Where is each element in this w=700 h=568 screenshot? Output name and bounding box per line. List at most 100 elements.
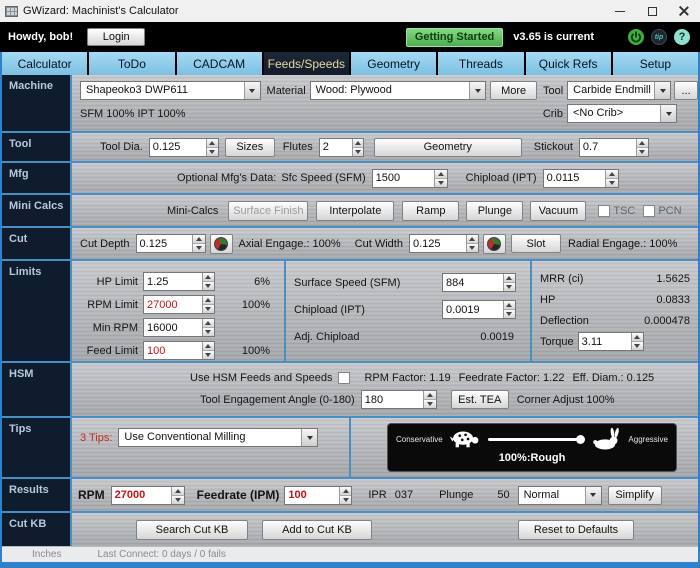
spin-up-icon[interactable] <box>202 273 214 281</box>
spin-up-icon[interactable] <box>466 235 478 243</box>
material-select[interactable]: Wood: Plywood <box>309 81 487 100</box>
cut-width-input[interactable] <box>408 234 479 253</box>
ramp-button[interactable]: Ramp <box>402 200 460 221</box>
min-rpm-input[interactable] <box>143 318 215 337</box>
rpm-limit-field[interactable] <box>144 296 202 313</box>
vacuum-button[interactable]: Vacuum <box>530 200 587 221</box>
reset-defaults-button[interactable]: Reset to Defaults <box>518 519 634 540</box>
stickout-input[interactable] <box>578 137 649 157</box>
spin-down-icon[interactable] <box>606 177 618 187</box>
sfc-speed-input[interactable] <box>371 168 448 188</box>
spin-up-icon[interactable] <box>606 169 618 178</box>
hp-limit-field[interactable] <box>144 273 202 290</box>
spin-down-icon[interactable] <box>202 327 214 336</box>
min-rpm-field[interactable] <box>144 319 202 336</box>
spin-down-icon[interactable] <box>466 243 478 252</box>
spin-down-icon[interactable] <box>202 350 214 359</box>
spin-up-icon[interactable] <box>435 169 447 178</box>
power-icon[interactable] <box>628 29 644 45</box>
chevron-down-icon[interactable] <box>654 82 671 99</box>
tab-quick-refs[interactable]: Quick Refs <box>525 52 611 75</box>
spin-up-icon[interactable] <box>503 301 515 309</box>
pcn-checkbox[interactable] <box>643 204 656 217</box>
spin-up-icon[interactable] <box>202 342 214 350</box>
spin-up-icon[interactable] <box>352 138 363 147</box>
tool-dia-input[interactable] <box>148 137 219 157</box>
spin-down-icon[interactable] <box>352 146 363 156</box>
aggressiveness-slider[interactable] <box>487 434 586 444</box>
spin-up-icon[interactable] <box>636 138 648 147</box>
surface-finish-button[interactable]: Surface Finish <box>228 200 309 221</box>
spin-down-icon[interactable] <box>631 341 643 350</box>
feed-limit-field[interactable] <box>144 342 202 359</box>
spin-down-icon[interactable] <box>503 282 515 291</box>
login-button[interactable]: Login <box>87 28 146 46</box>
surface-speed-field[interactable] <box>443 274 503 291</box>
est-tea-button[interactable]: Est. TEA <box>450 390 509 409</box>
feedrate-result-input[interactable] <box>284 485 353 505</box>
spin-down-icon[interactable] <box>340 494 352 504</box>
search-cutkb-button[interactable]: Search Cut KB <box>136 519 248 540</box>
rpm-limit-input[interactable] <box>143 295 215 314</box>
close-button[interactable] <box>668 0 700 22</box>
simplify-button[interactable]: Simplify <box>607 485 662 505</box>
sizes-button[interactable]: Sizes <box>224 137 275 157</box>
slider-handle[interactable] <box>576 435 586 444</box>
tab-setup[interactable]: Setup <box>612 52 698 75</box>
tab-feeds-speeds[interactable]: Feeds/Speeds <box>263 52 349 75</box>
torque-field[interactable] <box>578 333 631 350</box>
tab-geometry[interactable]: Geometry <box>351 52 437 75</box>
spin-down-icon[interactable] <box>202 281 214 290</box>
tip-icon[interactable]: tip <box>651 29 667 45</box>
sfc-speed-field[interactable] <box>372 169 435 187</box>
tool-dia-field[interactable] <box>149 138 206 156</box>
limits-chipload-field[interactable] <box>443 301 503 318</box>
tool-browse-button[interactable]: ... <box>674 81 698 100</box>
spin-up-icon[interactable] <box>206 138 218 147</box>
spin-down-icon[interactable] <box>193 243 205 252</box>
spin-up-icon[interactable] <box>631 333 643 341</box>
spin-down-icon[interactable] <box>206 146 218 156</box>
getting-started-button[interactable]: Getting Started <box>405 27 504 47</box>
tab-cadcam[interactable]: CADCAM <box>176 52 262 75</box>
more-button[interactable]: More <box>490 81 537 100</box>
spin-down-icon[interactable] <box>424 399 436 408</box>
geometry-button[interactable]: Geometry <box>373 137 522 157</box>
tea-input[interactable] <box>360 390 437 409</box>
crib-select[interactable]: <No Crib> <box>567 104 677 123</box>
plunge-button[interactable]: Plunge <box>466 200 524 221</box>
cut-depth-input[interactable] <box>135 234 206 253</box>
use-hsm-checkbox[interactable] <box>338 372 351 384</box>
tips-select[interactable]: Use Conventional Milling <box>118 428 319 447</box>
spin-down-icon[interactable] <box>636 146 648 156</box>
tab-threads[interactable]: Threads <box>438 52 524 75</box>
mfg-chipload-input[interactable] <box>542 168 619 188</box>
flutes-field[interactable] <box>319 138 352 156</box>
spin-down-icon[interactable] <box>202 304 214 313</box>
rpm-result-input[interactable] <box>110 485 185 505</box>
maximize-button[interactable] <box>636 0 668 22</box>
radial-gauge-button[interactable] <box>482 233 506 254</box>
chevron-down-icon[interactable] <box>584 486 601 504</box>
machine-select[interactable]: Shapeoko3 DWP611 <box>80 81 261 100</box>
chevron-down-icon[interactable] <box>469 82 486 99</box>
cut-depth-field[interactable] <box>136 235 193 252</box>
plunge-select[interactable]: Normal <box>517 485 602 505</box>
spin-up-icon[interactable] <box>202 319 214 327</box>
stickout-field[interactable] <box>579 138 636 156</box>
interpolate-button[interactable]: Interpolate <box>316 200 395 221</box>
tab-calculator[interactable]: Calculator <box>2 52 88 75</box>
feedrate-result-field[interactable] <box>285 486 340 504</box>
cut-width-field[interactable] <box>409 235 466 252</box>
minimize-button[interactable] <box>604 0 636 22</box>
slot-button[interactable]: Slot <box>510 234 561 253</box>
rpm-result-field[interactable] <box>111 486 172 504</box>
hp-limit-input[interactable] <box>143 272 215 291</box>
spin-up-icon[interactable] <box>503 274 515 282</box>
add-cutkb-button[interactable]: Add to Cut KB <box>262 519 372 540</box>
tsc-checkbox[interactable] <box>598 204 611 217</box>
flutes-input[interactable] <box>318 137 364 157</box>
spin-up-icon[interactable] <box>172 486 184 495</box>
spin-down-icon[interactable] <box>435 177 447 187</box>
tool-select[interactable]: Carbide Endmill <box>567 81 672 100</box>
